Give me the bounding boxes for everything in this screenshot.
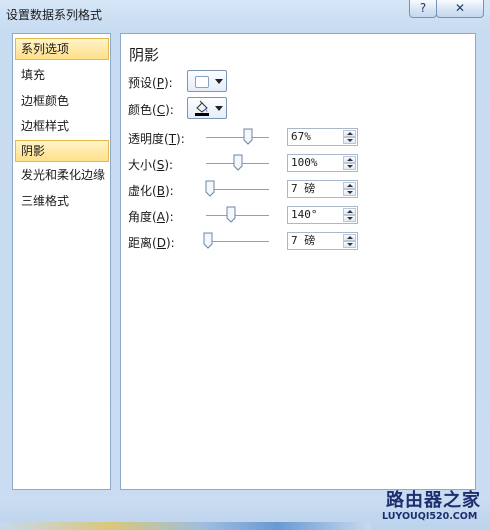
angle-slider-thumb[interactable] xyxy=(226,206,236,223)
shadow-preset-icon xyxy=(195,76,209,88)
color-dropdown[interactable] xyxy=(187,97,227,119)
spin-up-icon[interactable] xyxy=(343,208,356,215)
close-icon: ✕ xyxy=(454,1,466,15)
help-button[interactable]: ? xyxy=(409,0,437,18)
spin-down-icon[interactable] xyxy=(343,189,356,196)
size-slider-thumb[interactable] xyxy=(233,154,243,171)
angle-value: 140° xyxy=(291,208,318,221)
spin-up-icon[interactable] xyxy=(343,130,356,137)
title-bar: 设置数据系列格式 ? ✕ xyxy=(0,0,490,30)
sidebar-item-label: 系列选项 xyxy=(21,42,70,56)
angle-slider[interactable] xyxy=(206,215,269,216)
shadow-panel: 阴影 预设(P): 颜色(C): 透明度(T): 67% 大小(S): 100% xyxy=(120,33,476,490)
help-icon: ? xyxy=(419,1,427,15)
spin-up-icon[interactable] xyxy=(343,156,356,163)
transparency-slider[interactable] xyxy=(206,137,269,138)
preset-label: 预设(P): xyxy=(128,76,173,90)
angle-label: 角度(A): xyxy=(128,210,174,224)
distance-label: 距离(D): xyxy=(128,236,175,250)
taskbar-strip xyxy=(0,522,370,530)
section-title: 阴影 xyxy=(129,46,160,64)
blur-slider[interactable] xyxy=(206,189,269,190)
transparency-label: 透明度(T): xyxy=(128,132,185,146)
spin-down-icon[interactable] xyxy=(343,137,356,144)
sidebar-item-3d-format[interactable]: 三维格式 xyxy=(15,190,109,212)
sidebar-item-label: 阴影 xyxy=(21,144,46,158)
sidebar-item-label: 填充 xyxy=(21,68,46,82)
transparency-slider-thumb[interactable] xyxy=(243,128,253,145)
blur-label: 虚化(B): xyxy=(128,184,174,198)
sidebar-item-fill[interactable]: 填充 xyxy=(15,64,109,86)
preset-dropdown[interactable] xyxy=(187,70,227,92)
spin-down-icon[interactable] xyxy=(343,241,356,248)
distance-spinner[interactable]: 7 磅 xyxy=(287,232,358,250)
color-label: 颜色(C): xyxy=(128,103,174,117)
blur-slider-thumb[interactable] xyxy=(205,180,215,197)
watermark-url: LUYOUQI520.COM xyxy=(382,511,478,522)
sidebar-item-label: 边框样式 xyxy=(21,119,70,133)
paint-bucket-icon xyxy=(194,100,210,116)
sidebar-item-series-options[interactable]: 系列选项 xyxy=(15,38,109,60)
transparency-spinner[interactable]: 67% xyxy=(287,128,358,146)
distance-slider-thumb[interactable] xyxy=(203,232,213,249)
angle-spinner[interactable]: 140° xyxy=(287,206,358,224)
size-spinner[interactable]: 100% xyxy=(287,154,358,172)
sidebar-item-label: 发光和柔化边缘 xyxy=(21,168,106,182)
blur-value: 7 磅 xyxy=(291,182,316,195)
spin-down-icon[interactable] xyxy=(343,215,356,222)
spin-up-icon[interactable] xyxy=(343,182,356,189)
sidebar-item-shadow[interactable]: 阴影 xyxy=(15,140,109,162)
spin-down-icon[interactable] xyxy=(343,163,356,170)
sidebar-item-border-color[interactable]: 边框颜色 xyxy=(15,90,109,112)
watermark-logo: 路由器之家 LUYOUQI520.COM xyxy=(380,484,486,528)
transparency-value: 67% xyxy=(291,130,311,143)
size-label: 大小(S): xyxy=(128,158,174,172)
distance-value: 7 磅 xyxy=(291,234,316,247)
blur-spinner[interactable]: 7 磅 xyxy=(287,180,358,198)
spin-up-icon[interactable] xyxy=(343,234,356,241)
distance-slider[interactable] xyxy=(206,241,269,242)
chevron-down-icon xyxy=(215,106,223,111)
window-title: 设置数据系列格式 xyxy=(6,8,103,22)
sidebar-item-label: 边框颜色 xyxy=(21,94,70,108)
sidebar-item-label: 三维格式 xyxy=(21,194,70,208)
category-sidebar: 系列选项 填充 边框颜色 边框样式 阴影 发光和柔化边缘 三维格式 xyxy=(12,33,111,490)
sidebar-item-border-style[interactable]: 边框样式 xyxy=(15,115,109,137)
chevron-down-icon xyxy=(215,79,223,84)
close-button[interactable]: ✕ xyxy=(436,0,484,18)
size-value: 100% xyxy=(291,156,318,169)
watermark-name: 路由器之家 xyxy=(386,490,481,511)
sidebar-item-glow-soft-edges[interactable]: 发光和柔化边缘 xyxy=(15,164,109,186)
